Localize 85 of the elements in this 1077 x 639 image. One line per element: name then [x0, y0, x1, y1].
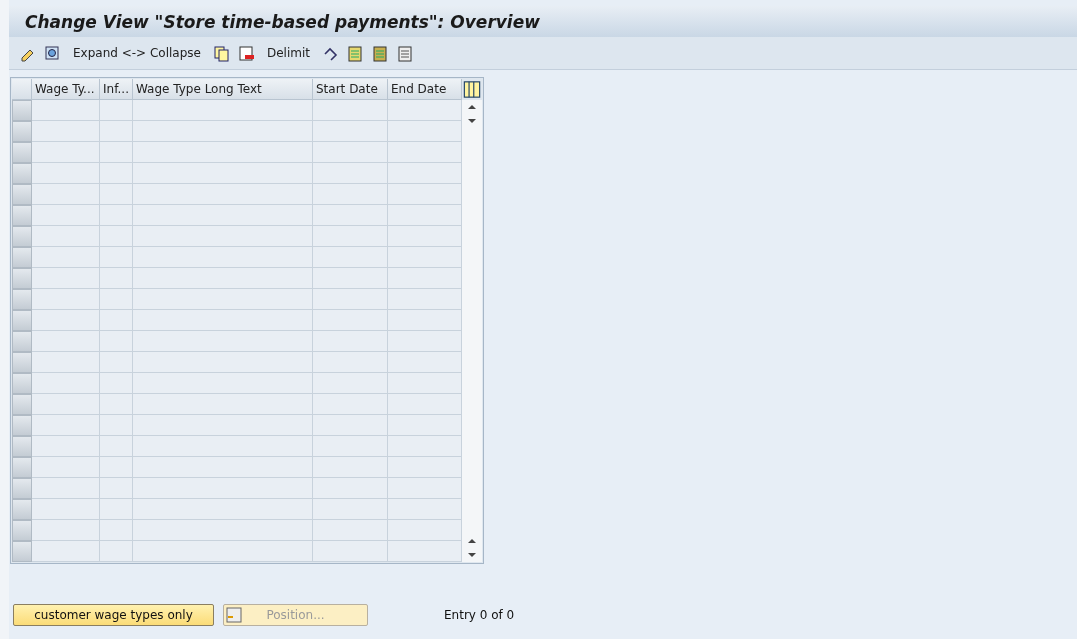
column-header[interactable]: Start Date	[313, 79, 388, 100]
list-icon[interactable]	[372, 44, 389, 62]
table-cell	[32, 352, 100, 373]
table-cell	[100, 226, 133, 247]
list-icon[interactable]	[397, 44, 414, 62]
table-cell	[32, 142, 100, 163]
row-selector[interactable]	[12, 121, 32, 142]
table-cell	[32, 121, 100, 142]
row-selector[interactable]	[12, 394, 32, 415]
scrollbar[interactable]	[462, 100, 482, 562]
column-header[interactable]: End Date	[388, 79, 462, 100]
row-selector[interactable]	[12, 478, 32, 499]
column-header[interactable]: Wage Ty...	[32, 79, 100, 100]
delimit-button[interactable]: Delimit	[262, 46, 314, 60]
table-cell	[32, 289, 100, 310]
row-selector[interactable]	[12, 247, 32, 268]
table-cell	[100, 142, 133, 163]
table-cell	[32, 100, 100, 121]
table-cell	[100, 205, 133, 226]
table-cell	[100, 373, 133, 394]
table-cell	[100, 520, 133, 541]
table-cell	[100, 394, 133, 415]
table-cell	[100, 289, 133, 310]
table-cell	[100, 163, 133, 184]
row-selector[interactable]	[12, 415, 32, 436]
table-cell	[32, 520, 100, 541]
table-cell	[32, 373, 100, 394]
window-title: Change View "Store time-based payments": Overview	[25, 11, 540, 32]
column-header[interactable]: Inf...	[100, 79, 133, 100]
table-cell	[32, 331, 100, 352]
row-selector[interactable]	[12, 205, 32, 226]
copy-icon[interactable]	[212, 44, 230, 62]
row-selector[interactable]	[12, 520, 32, 541]
table-cell	[32, 310, 100, 331]
table-cell	[100, 121, 133, 142]
entry-count: Entry 0 of 0	[444, 608, 515, 622]
row-selector[interactable]	[12, 310, 32, 331]
row-selector[interactable]	[12, 142, 32, 163]
row-selector[interactable]	[12, 457, 32, 478]
row-selector[interactable]	[12, 289, 32, 310]
list-icon[interactable]	[347, 44, 364, 62]
table-cell	[32, 205, 100, 226]
scroll-arrows-icon[interactable]	[467, 104, 477, 124]
table-cell	[32, 184, 100, 205]
scroll-arrows-icon[interactable]	[467, 538, 477, 558]
table-cell	[100, 457, 133, 478]
row-selector[interactable]	[12, 373, 32, 394]
table-cell	[100, 310, 133, 331]
table-cell	[100, 100, 133, 121]
table-cell	[100, 268, 133, 289]
row-selector[interactable]	[12, 100, 32, 121]
table-cell	[32, 394, 100, 415]
row-selector[interactable]	[12, 541, 32, 562]
table-cell	[32, 499, 100, 520]
table-cell	[32, 457, 100, 478]
delete-row-icon[interactable]	[237, 44, 255, 62]
table-cell	[32, 268, 100, 289]
table-cell	[32, 247, 100, 268]
row-selector[interactable]	[12, 352, 32, 373]
row-selector[interactable]	[12, 499, 32, 520]
select-all-header[interactable]	[12, 79, 32, 100]
table-cell	[100, 478, 133, 499]
table-cell	[100, 436, 133, 457]
row-selector[interactable]	[12, 331, 32, 352]
row-selector[interactable]	[12, 184, 32, 205]
column-header[interactable]: Wage Type Long Text	[133, 79, 313, 100]
customer-wage-types-button[interactable]: customer wage types only	[13, 604, 214, 626]
table-cell	[32, 226, 100, 247]
table-cell	[100, 184, 133, 205]
table-cell	[32, 436, 100, 457]
row-selector[interactable]	[12, 163, 32, 184]
table-cell	[100, 247, 133, 268]
position-icon	[226, 607, 242, 623]
expand-collapse-button[interactable]: Expand <-> Collapse	[69, 46, 205, 60]
table-cell	[32, 478, 100, 499]
table-cell	[32, 163, 100, 184]
table-cell	[32, 415, 100, 436]
table-cell	[100, 499, 133, 520]
table-cell	[100, 352, 133, 373]
row-selector[interactable]	[12, 268, 32, 289]
column-settings-icon[interactable]	[462, 79, 482, 100]
row-selector[interactable]	[12, 436, 32, 457]
table-cell	[100, 331, 133, 352]
row-selector[interactable]	[12, 226, 32, 247]
table-cell	[100, 415, 133, 436]
